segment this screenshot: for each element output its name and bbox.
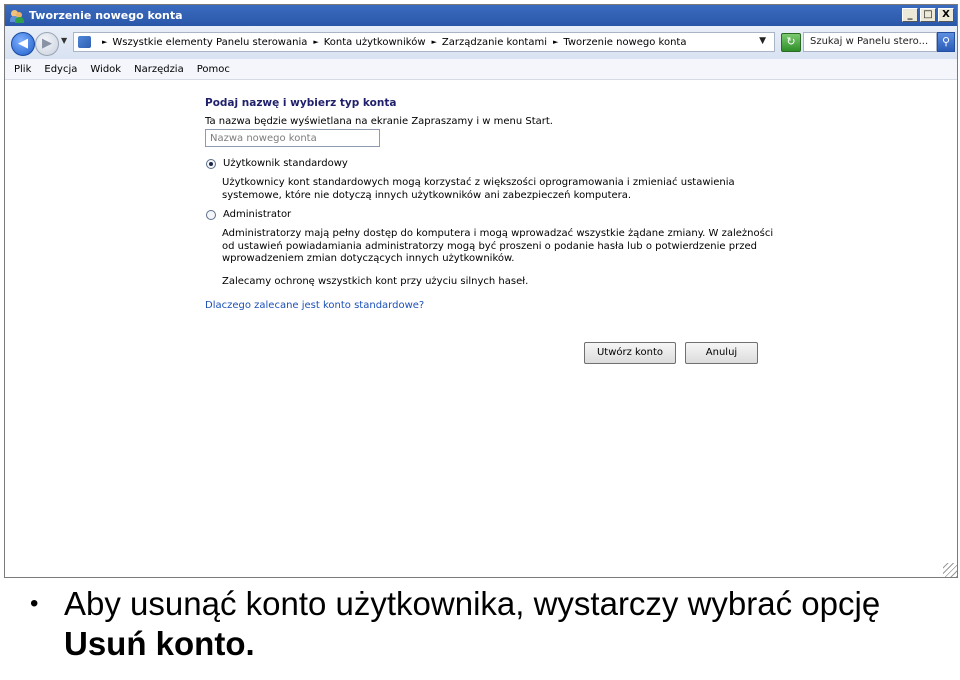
option-standard-label[interactable]: Użytkownik standardowy bbox=[223, 158, 348, 169]
address-dropdown-icon[interactable]: ▼ bbox=[759, 36, 766, 46]
bullet-icon: • bbox=[30, 590, 39, 617]
create-account-button[interactable]: Utwórz konto bbox=[584, 342, 676, 364]
caption-bold: Usuń konto. bbox=[64, 625, 255, 662]
menu-edit[interactable]: Edycja bbox=[44, 64, 77, 75]
password-recommendation: Zalecamy ochronę wszystkich kont przy uż… bbox=[222, 276, 529, 287]
control-panel-icon bbox=[78, 36, 91, 48]
option-administrator-label[interactable]: Administrator bbox=[223, 209, 291, 220]
chevron-right-icon[interactable]: ► bbox=[102, 38, 107, 46]
account-name-input[interactable] bbox=[205, 129, 380, 147]
recent-pages-dropdown-icon[interactable]: ▼ bbox=[61, 36, 67, 45]
menu-help[interactable]: Pomoc bbox=[197, 64, 230, 75]
refresh-icon[interactable]: ↻ bbox=[781, 33, 801, 52]
address-bar[interactable]: ► Wszystkie elementy Panelu sterowania ►… bbox=[73, 32, 775, 52]
maximize-button[interactable]: □ bbox=[920, 8, 936, 22]
chevron-right-icon[interactable]: ► bbox=[313, 38, 318, 46]
chevron-right-icon[interactable]: ► bbox=[553, 38, 558, 46]
create-account-window: Tworzenie nowego konta _ □ X ◀ ▶ ▼ ► Wsz… bbox=[4, 4, 958, 578]
crumb-manage-accounts[interactable]: Zarządzanie kontami bbox=[442, 37, 547, 48]
standard-user-description: Użytkownicy kont standardowych mogą korz… bbox=[222, 177, 735, 201]
page-title: Podaj nazwę i wybierz typ konta bbox=[205, 97, 397, 109]
chevron-right-icon[interactable]: ► bbox=[432, 38, 437, 46]
menu-bar: Plik Edycja Widok Narzędzia Pomoc bbox=[5, 59, 957, 80]
close-button[interactable]: X bbox=[938, 8, 954, 22]
name-hint: Ta nazwa będzie wyświetlana na ekranie Z… bbox=[205, 116, 553, 127]
window-title: Tworzenie nowego konta bbox=[29, 9, 183, 22]
crumb-control-panel[interactable]: Wszystkie elementy Panelu sterowania bbox=[112, 37, 307, 48]
title-bar[interactable]: Tworzenie nowego konta _ □ X bbox=[5, 5, 957, 26]
minimize-button[interactable]: _ bbox=[902, 8, 918, 22]
address-row: ◀ ▶ ▼ ► Wszystkie elementy Panelu sterow… bbox=[5, 26, 957, 60]
resize-grip-icon[interactable] bbox=[943, 563, 957, 577]
radio-administrator[interactable] bbox=[206, 209, 216, 220]
content-pane: Podaj nazwę i wybierz typ konta Ta nazwa… bbox=[5, 80, 957, 577]
option-administrator[interactable]: Administrator bbox=[206, 209, 291, 220]
option-standard-user[interactable]: Użytkownik standardowy bbox=[206, 158, 348, 169]
caption-text: Aby usunąć konto użytkownika, wystarczy … bbox=[64, 584, 952, 664]
search-icon[interactable]: ⚲ bbox=[937, 32, 955, 52]
caption-plain: Aby usunąć konto użytkownika, wystarczy … bbox=[64, 585, 881, 622]
slide-caption: • Aby usunąć konto użytkownika, wystarcz… bbox=[22, 584, 952, 664]
radio-standard-user[interactable] bbox=[206, 158, 216, 169]
crumb-create-account[interactable]: Tworzenie nowego konta bbox=[563, 37, 686, 48]
users-icon bbox=[10, 9, 24, 23]
crumb-user-accounts[interactable]: Konta użytkowników bbox=[324, 37, 426, 48]
search-input[interactable]: Szukaj w Panelu stero... bbox=[803, 32, 937, 52]
window-controls: _ □ X bbox=[902, 8, 954, 22]
administrator-description: Administratorzy mają pełny dostęp do kom… bbox=[222, 228, 774, 264]
menu-view[interactable]: Widok bbox=[90, 64, 121, 75]
why-standard-link[interactable]: Dlaczego zalecane jest konto standardowe… bbox=[205, 300, 424, 311]
forward-arrow-icon[interactable]: ▶ bbox=[35, 32, 59, 56]
menu-tools[interactable]: Narzędzia bbox=[134, 64, 184, 75]
menu-file[interactable]: Plik bbox=[14, 64, 31, 75]
breadcrumb: ► Wszystkie elementy Panelu sterowania ►… bbox=[96, 33, 686, 51]
back-arrow-icon[interactable]: ◀ bbox=[11, 32, 35, 56]
cancel-button[interactable]: Anuluj bbox=[685, 342, 758, 364]
